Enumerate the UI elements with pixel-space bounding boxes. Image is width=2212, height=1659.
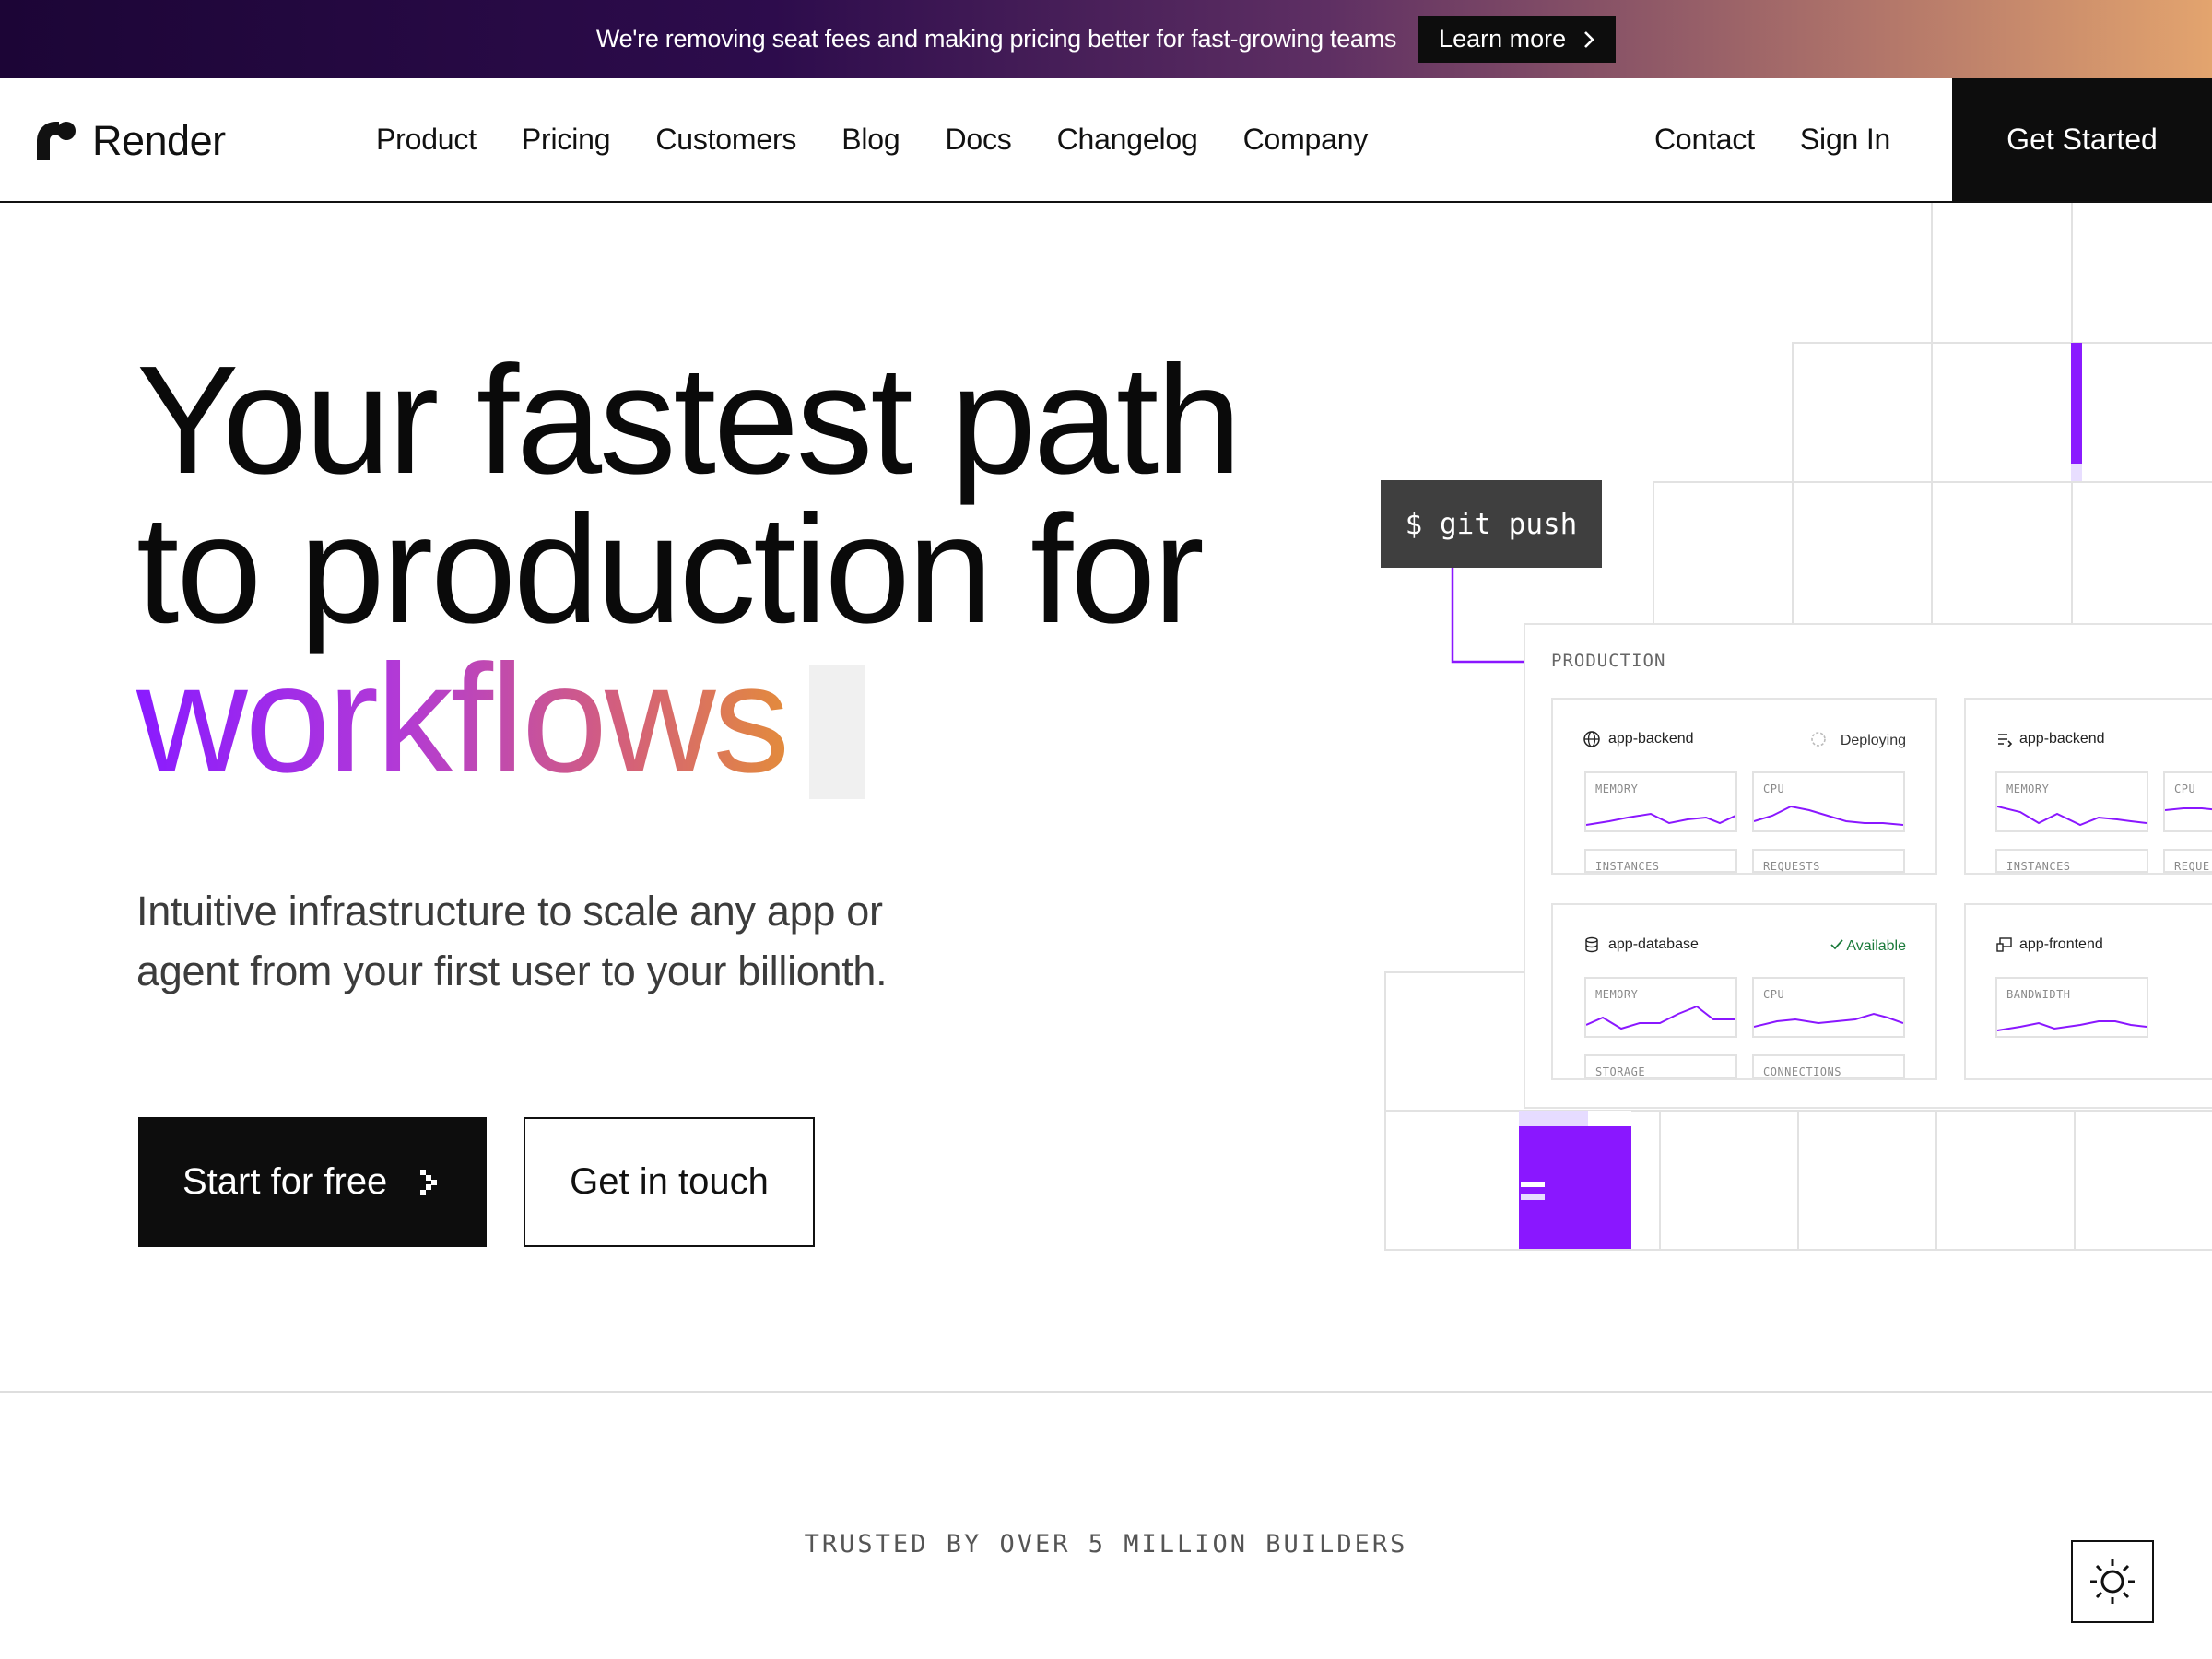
metric-label: MEMORY — [2006, 782, 2050, 795]
metric-label: MEMORY — [1595, 988, 1639, 1001]
cpu-sparkline — [2165, 807, 2212, 811]
service-card-app-backend-worker[interactable]: app-backend MEMORY CPU INSTANCES REQUE — [1964, 698, 2212, 875]
status-deploying: Deploying — [1840, 733, 1906, 748]
status-available: Available — [1846, 938, 1906, 954]
render-logo[interactable]: Render — [37, 117, 226, 165]
environment-label: PRODUCTION — [1551, 651, 1666, 671]
pipeline-connector — [1451, 568, 1524, 664]
metric-memory: MEMORY — [1584, 977, 1737, 1038]
pixel-chevron-icon — [420, 1169, 438, 1195]
get-started-button[interactable]: Get Started — [1952, 78, 2212, 201]
theme-toggle-button[interactable] — [2071, 1540, 2154, 1623]
nav-company[interactable]: Company — [1243, 123, 1369, 157]
metric-label: INSTANCES — [1595, 860, 1660, 873]
header-actions: Contact Sign In — [1654, 78, 1890, 201]
metric-connections: CONNECTIONS — [1752, 1054, 1905, 1078]
metric-label: BANDWIDTH — [2006, 988, 2071, 1001]
hero-subtitle-line: Intuitive infrastructure to scale any ap… — [136, 888, 883, 935]
hero-illustration: $ git push PRODUCTION app-backend Deploy… — [0, 0, 2212, 1659]
metric-cpu: CPU — [2163, 771, 2212, 832]
learn-more-label: Learn more — [1439, 25, 1567, 53]
nav-product[interactable]: Product — [376, 123, 477, 157]
metric-label: CPU — [1763, 782, 1785, 795]
deploy-block-dash — [1521, 1194, 1545, 1200]
metric-label: MEMORY — [1595, 782, 1639, 795]
metric-label: CONNECTIONS — [1763, 1065, 1841, 1078]
metric-label: CPU — [1763, 988, 1785, 1001]
nav-customers[interactable]: Customers — [655, 123, 796, 157]
metric-label: CPU — [2174, 782, 2196, 795]
worker-icon — [1998, 734, 2013, 747]
announcement-banner: We're removing seat fees and making pric… — [0, 0, 2212, 78]
cpu-sparkline — [1754, 1012, 1903, 1028]
logo-text: Render — [92, 117, 226, 164]
chevron-right-icon — [1584, 30, 1594, 48]
metric-instances: INSTANCES — [1584, 849, 1737, 873]
get-in-touch-button[interactable]: Get in touch — [524, 1117, 815, 1247]
cpu-sparkline — [1754, 805, 1903, 826]
nav-pricing[interactable]: Pricing — [522, 123, 611, 157]
service-name: app-database — [1608, 936, 1699, 952]
metric-memory: MEMORY — [1584, 771, 1737, 832]
deploy-block-dash — [1521, 1182, 1545, 1187]
trusted-by-label: TRUSTED BY OVER 5 MILLION BUILDERS — [804, 1530, 1408, 1559]
bandwidth-sparkline — [1997, 1020, 2147, 1031]
render-logo-icon — [37, 122, 76, 160]
metric-requests: REQUE — [2163, 849, 2212, 873]
static-site-icon — [1996, 937, 2012, 952]
service-name: app-frontend — [2019, 936, 2103, 952]
service-name: app-backend — [2019, 731, 2105, 747]
memory-sparkline — [1997, 806, 2147, 827]
nav-docs[interactable]: Docs — [945, 123, 1011, 157]
metric-bandwidth: BANDWIDTH — [1995, 977, 2148, 1038]
deploy-block-notch — [1588, 1111, 1631, 1126]
spinner-icon — [1811, 732, 1826, 747]
hero-title-line: Your fastest path — [136, 335, 1241, 506]
globe-icon — [1583, 731, 1600, 747]
learn-more-button[interactable]: Learn more — [1418, 16, 1617, 63]
metric-storage: STORAGE — [1584, 1054, 1737, 1078]
main-nav: Product Pricing Customers Blog Docs Chan… — [376, 78, 1368, 201]
database-icon — [1585, 936, 1598, 953]
memory-sparkline — [1586, 1005, 1735, 1030]
hero-title-line: workflows — [136, 642, 1239, 799]
deploy-indicator-bar — [2071, 343, 2082, 464]
service-card-app-database[interactable]: app-database Available MEMORY CPU STORAG… — [1551, 903, 1937, 1080]
start-for-free-button[interactable]: Start for free — [138, 1117, 487, 1247]
deploy-block-highlight — [1519, 1111, 1631, 1142]
service-card-app-backend[interactable]: app-backend Deploying MEMORY CPU INSTANC… — [1551, 698, 1937, 875]
metric-memory: MEMORY — [1995, 771, 2148, 832]
hero-title-line: to production for — [136, 484, 1205, 655]
nav-changelog[interactable]: Changelog — [1057, 123, 1198, 157]
metric-cpu: CPU — [1752, 977, 1905, 1038]
banner-text: We're removing seat fees and making pric… — [595, 25, 1397, 53]
service-name: app-backend — [1608, 731, 1694, 747]
metric-cpu: CPU — [1752, 771, 1905, 832]
hero-title: Your fastest path to production for work… — [136, 335, 1241, 799]
production-panel: PRODUCTION app-backend Deploying MEMORY … — [1524, 623, 2212, 1109]
git-push-command: $ git push — [1381, 480, 1602, 568]
start-for-free-label: Start for free — [182, 1161, 388, 1202]
metric-requests: REQUESTS — [1752, 849, 1905, 873]
sign-in-link[interactable]: Sign In — [1800, 123, 1890, 157]
contact-link[interactable]: Contact — [1654, 123, 1755, 157]
section-divider — [0, 1391, 2212, 1393]
hero-highlight-word: workflows — [136, 633, 790, 805]
hero-subtitle: Intuitive infrastructure to scale any ap… — [136, 881, 1021, 1001]
nav-blog[interactable]: Blog — [841, 123, 900, 157]
hero-subtitle-line: agent from your first user to your billi… — [136, 947, 888, 994]
site-header: Render Product Pricing Customers Blog Do… — [0, 78, 2212, 203]
metric-label: REQUE — [2174, 860, 2210, 873]
memory-sparkline — [1586, 812, 1735, 826]
typing-cursor — [809, 665, 865, 799]
sun-icon — [2090, 1559, 2135, 1604]
deploy-block — [1519, 1126, 1631, 1249]
metric-label: INSTANCES — [2006, 860, 2071, 873]
check-icon — [1830, 939, 1843, 950]
deploy-indicator-tail — [2071, 464, 2082, 481]
metric-label: REQUESTS — [1763, 860, 1820, 873]
metric-instances: INSTANCES — [1995, 849, 2148, 873]
service-card-app-frontend[interactable]: app-frontend BANDWIDTH — [1964, 903, 2212, 1080]
metric-label: STORAGE — [1595, 1065, 1646, 1078]
